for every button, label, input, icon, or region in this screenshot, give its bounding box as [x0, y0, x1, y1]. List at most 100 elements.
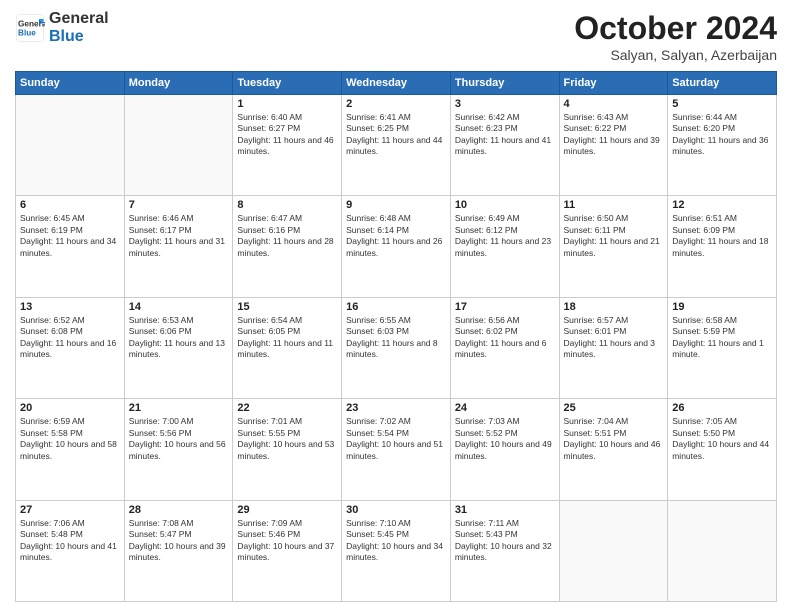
day-info: Sunrise: 6:47 AM Sunset: 6:16 PM Dayligh… — [237, 213, 337, 259]
calendar-cell: 1 Sunrise: 6:40 AM Sunset: 6:27 PM Daylig… — [233, 95, 342, 196]
day-number: 7 — [129, 199, 229, 211]
day-info: Sunrise: 6:42 AM Sunset: 6:23 PM Dayligh… — [455, 112, 555, 158]
day-number: 15 — [237, 301, 337, 313]
header: General Blue General Blue October 2024 S… — [15, 10, 777, 63]
calendar-cell: 23Sunrise: 7:02 AM Sunset: 5:54 PM Dayli… — [342, 399, 451, 500]
day-number: 29 — [237, 504, 337, 516]
calendar-week-row: 1 Sunrise: 6:40 AM Sunset: 6:27 PM Daylig… — [16, 95, 777, 196]
title-month: October 2024 — [574, 10, 777, 47]
day-info: Sunrise: 7:03 AM Sunset: 5:52 PM Dayligh… — [455, 416, 555, 462]
calendar-cell — [668, 500, 777, 601]
day-number: 19 — [672, 301, 772, 313]
calendar-cell: 2Sunrise: 6:41 AM Sunset: 6:25 PM Daylig… — [342, 95, 451, 196]
column-header-monday: Monday — [124, 72, 233, 95]
day-info: Sunrise: 6:51 AM Sunset: 6:09 PM Dayligh… — [672, 213, 772, 259]
calendar-cell: 7 Sunrise: 6:46 AM Sunset: 6:17 PM Daylig… — [124, 196, 233, 297]
day-number: 10 — [455, 199, 555, 211]
day-number: 6 — [20, 199, 120, 211]
day-number: 11 — [564, 199, 664, 211]
day-info: Sunrise: 6:55 AM Sunset: 6:03 PM Dayligh… — [346, 315, 446, 361]
calendar-cell: 5Sunrise: 6:44 AM Sunset: 6:20 PM Daylig… — [668, 95, 777, 196]
day-number: 9 — [346, 199, 446, 211]
calendar-cell: 4 Sunrise: 6:43 AM Sunset: 6:22 PM Daylig… — [559, 95, 668, 196]
day-number: 14 — [129, 301, 229, 313]
column-header-wednesday: Wednesday — [342, 72, 451, 95]
day-number: 17 — [455, 301, 555, 313]
column-header-sunday: Sunday — [16, 72, 125, 95]
logo: General Blue General Blue — [15, 10, 109, 45]
day-number: 12 — [672, 199, 772, 211]
day-number: 27 — [20, 504, 120, 516]
calendar-table: SundayMondayTuesdayWednesdayThursdayFrid… — [15, 71, 777, 602]
calendar-cell: 31Sunrise: 7:11 AM Sunset: 5:43 PM Dayli… — [450, 500, 559, 601]
calendar-cell — [124, 95, 233, 196]
logo-text: General Blue — [49, 10, 109, 45]
day-number: 5 — [672, 98, 772, 110]
day-number: 30 — [346, 504, 446, 516]
day-info: Sunrise: 7:05 AM Sunset: 5:50 PM Dayligh… — [672, 416, 772, 462]
calendar-cell: 16 Sunrise: 6:55 AM Sunset: 6:03 PM Dayli… — [342, 297, 451, 398]
calendar-cell: 3 Sunrise: 6:42 AM Sunset: 6:23 PM Daylig… — [450, 95, 559, 196]
day-info: Sunrise: 6:40 AM Sunset: 6:27 PM Dayligh… — [237, 112, 337, 158]
calendar-week-row: 13 Sunrise: 6:52 AM Sunset: 6:08 PM Dayli… — [16, 297, 777, 398]
day-info: Sunrise: 7:02 AM Sunset: 5:54 PM Dayligh… — [346, 416, 446, 462]
day-info: Sunrise: 6:49 AM Sunset: 6:12 PM Dayligh… — [455, 213, 555, 259]
title-location: Salyan, Salyan, Azerbaijan — [574, 47, 777, 63]
calendar-cell: 20Sunrise: 6:59 AM Sunset: 5:58 PM Dayli… — [16, 399, 125, 500]
day-number: 22 — [237, 402, 337, 414]
day-info: Sunrise: 7:04 AM Sunset: 5:51 PM Dayligh… — [564, 416, 664, 462]
day-info: Sunrise: 7:00 AM Sunset: 5:56 PM Dayligh… — [129, 416, 229, 462]
calendar-cell: 8Sunrise: 6:47 AM Sunset: 6:16 PM Daylig… — [233, 196, 342, 297]
column-header-friday: Friday — [559, 72, 668, 95]
day-number: 24 — [455, 402, 555, 414]
day-info: Sunrise: 6:53 AM Sunset: 6:06 PM Dayligh… — [129, 315, 229, 361]
day-number: 3 — [455, 98, 555, 110]
day-info: Sunrise: 6:58 AM Sunset: 5:59 PM Dayligh… — [672, 315, 772, 361]
day-info: Sunrise: 6:52 AM Sunset: 6:08 PM Dayligh… — [20, 315, 120, 361]
day-info: Sunrise: 7:01 AM Sunset: 5:55 PM Dayligh… — [237, 416, 337, 462]
day-info: Sunrise: 6:48 AM Sunset: 6:14 PM Dayligh… — [346, 213, 446, 259]
column-header-saturday: Saturday — [668, 72, 777, 95]
logo-icon: General Blue — [15, 13, 45, 43]
calendar-cell: 21 Sunrise: 7:00 AM Sunset: 5:56 PM Dayli… — [124, 399, 233, 500]
day-info: Sunrise: 6:50 AM Sunset: 6:11 PM Dayligh… — [564, 213, 664, 259]
day-info: Sunrise: 6:41 AM Sunset: 6:25 PM Dayligh… — [346, 112, 446, 158]
day-number: 26 — [672, 402, 772, 414]
day-info: Sunrise: 7:08 AM Sunset: 5:47 PM Dayligh… — [129, 518, 229, 564]
calendar-cell: 17Sunrise: 6:56 AM Sunset: 6:02 PM Dayli… — [450, 297, 559, 398]
day-info: Sunrise: 6:54 AM Sunset: 6:05 PM Dayligh… — [237, 315, 337, 361]
day-number: 31 — [455, 504, 555, 516]
logo-general-text: General — [49, 10, 109, 28]
day-number: 28 — [129, 504, 229, 516]
calendar-cell: 25 Sunrise: 7:04 AM Sunset: 5:51 PM Dayli… — [559, 399, 668, 500]
calendar-cell: 15 Sunrise: 6:54 AM Sunset: 6:05 PM Dayli… — [233, 297, 342, 398]
day-number: 4 — [564, 98, 664, 110]
day-number: 21 — [129, 402, 229, 414]
calendar-cell — [16, 95, 125, 196]
column-header-thursday: Thursday — [450, 72, 559, 95]
calendar-cell: 14 Sunrise: 6:53 AM Sunset: 6:06 PM Dayli… — [124, 297, 233, 398]
day-info: Sunrise: 6:43 AM Sunset: 6:22 PM Dayligh… — [564, 112, 664, 158]
calendar-cell: 18 Sunrise: 6:57 AM Sunset: 6:01 PM Dayli… — [559, 297, 668, 398]
column-header-tuesday: Tuesday — [233, 72, 342, 95]
day-info: Sunrise: 6:46 AM Sunset: 6:17 PM Dayligh… — [129, 213, 229, 259]
calendar-cell: 24 Sunrise: 7:03 AM Sunset: 5:52 PM Dayli… — [450, 399, 559, 500]
day-number: 1 — [237, 98, 337, 110]
calendar-cell: 11 Sunrise: 6:50 AM Sunset: 6:11 PM Dayli… — [559, 196, 668, 297]
day-number: 18 — [564, 301, 664, 313]
logo-blue-text: Blue — [49, 28, 109, 46]
day-info: Sunrise: 7:09 AM Sunset: 5:46 PM Dayligh… — [237, 518, 337, 564]
day-number: 13 — [20, 301, 120, 313]
calendar-header-row: SundayMondayTuesdayWednesdayThursdayFrid… — [16, 72, 777, 95]
calendar-cell: 9 Sunrise: 6:48 AM Sunset: 6:14 PM Daylig… — [342, 196, 451, 297]
calendar-cell: 28 Sunrise: 7:08 AM Sunset: 5:47 PM Dayli… — [124, 500, 233, 601]
calendar-week-row: 27Sunrise: 7:06 AM Sunset: 5:48 PM Dayli… — [16, 500, 777, 601]
calendar-cell: 26 Sunrise: 7:05 AM Sunset: 5:50 PM Dayli… — [668, 399, 777, 500]
calendar-cell: 10 Sunrise: 6:49 AM Sunset: 6:12 PM Dayli… — [450, 196, 559, 297]
day-number: 25 — [564, 402, 664, 414]
day-info: Sunrise: 6:45 AM Sunset: 6:19 PM Dayligh… — [20, 213, 120, 259]
day-number: 16 — [346, 301, 446, 313]
day-info: Sunrise: 6:57 AM Sunset: 6:01 PM Dayligh… — [564, 315, 664, 361]
calendar-cell: 13 Sunrise: 6:52 AM Sunset: 6:08 PM Dayli… — [16, 297, 125, 398]
day-number: 20 — [20, 402, 120, 414]
